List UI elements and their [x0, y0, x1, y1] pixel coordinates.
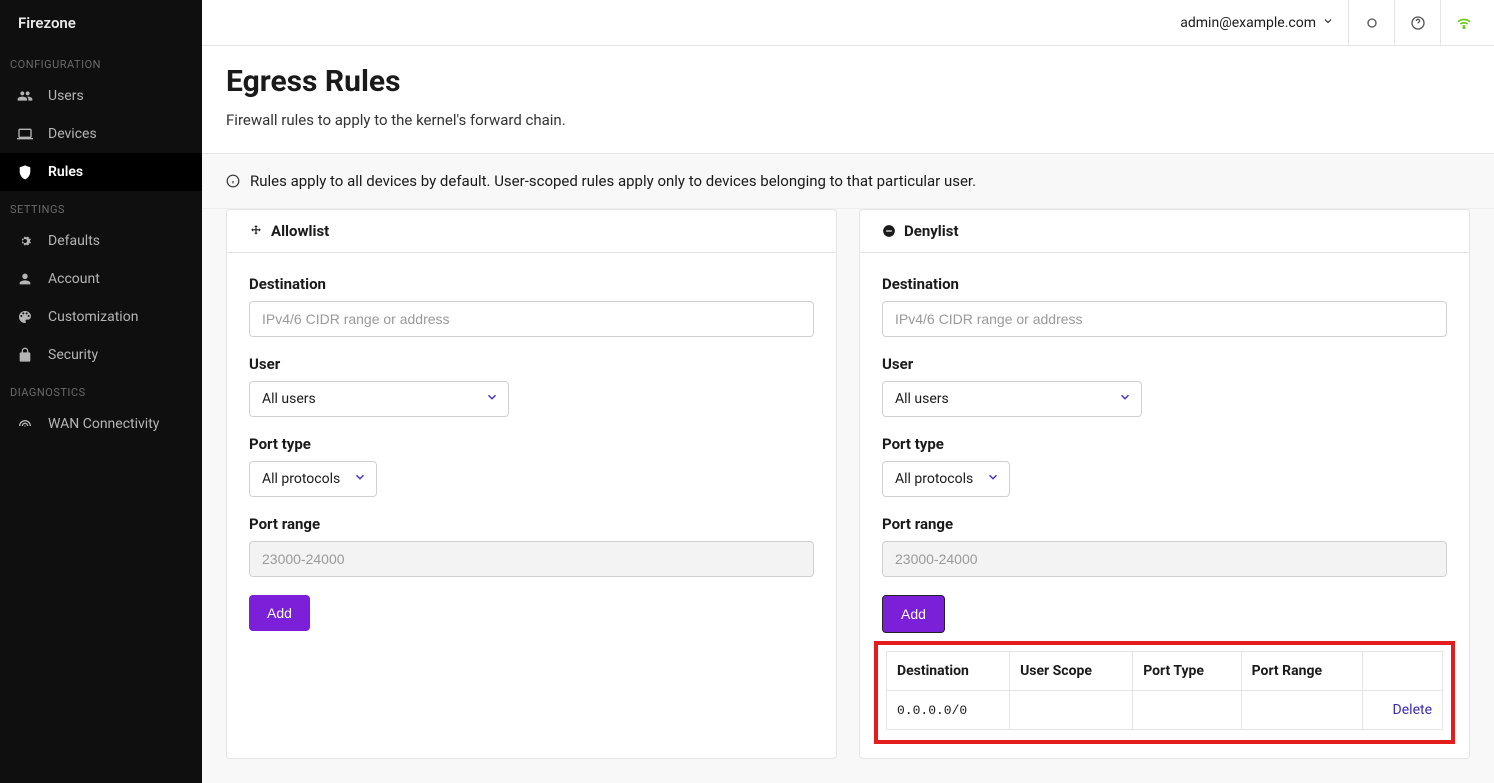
sidebar-item-label: Customization [48, 309, 138, 325]
cell-destination: 0.0.0.0/0 [887, 691, 1010, 730]
denylist-header: Denylist [860, 210, 1469, 253]
th-destination: Destination [887, 652, 1010, 691]
denylist-port-type-select[interactable]: All protocols [882, 461, 1010, 497]
cell-port-range [1241, 691, 1362, 730]
chevron-down-icon [1322, 15, 1334, 31]
denylist-destination-input[interactable] [882, 301, 1447, 337]
denylist-user-select[interactable]: All users [882, 381, 1142, 417]
cell-user-scope [1010, 691, 1133, 730]
help-button[interactable] [1394, 0, 1440, 46]
allowlist-card: Allowlist Destination User All users [226, 209, 837, 759]
topbar: admin@example.com [202, 0, 1494, 46]
info-banner: Rules apply to all devices by default. U… [202, 154, 1494, 209]
cell-port-type [1133, 691, 1241, 730]
sidebar-item-customization[interactable]: Customization [0, 298, 202, 336]
sidebar-item-rules[interactable]: Rules [0, 153, 202, 191]
sidebar-item-account[interactable]: Account [0, 260, 202, 298]
allowlist-title: Allowlist [271, 222, 329, 240]
user-label: User [882, 355, 1447, 373]
denylist-title: Denylist [904, 222, 959, 240]
sidebar-item-security[interactable]: Security [0, 336, 202, 374]
status-indicator[interactable] [1348, 0, 1394, 46]
denylist-card: Denylist Destination User All users [859, 209, 1470, 759]
denylist-port-range-input [882, 541, 1447, 577]
sidebar-item-label: Security [48, 347, 98, 363]
brand-logo: Firezone [0, 0, 202, 46]
sidebar-item-users[interactable]: Users [0, 77, 202, 115]
lock-icon [16, 346, 34, 364]
allowlist-port-type-select[interactable]: All protocols [249, 461, 377, 497]
allowlist-destination-input[interactable] [249, 301, 814, 337]
laptop-icon [16, 125, 34, 143]
allowlist-port-range-input [249, 541, 814, 577]
cell-actions: Delete [1362, 691, 1442, 730]
sidebar-item-label: Devices [48, 126, 97, 142]
sidebar-item-wan[interactable]: WAN Connectivity [0, 405, 202, 443]
users-icon [16, 87, 34, 105]
nav-section-diagnostics: DIAGNOSTICS [0, 374, 202, 405]
sidebar-item-label: Account [48, 271, 100, 287]
allowlist-add-button[interactable]: Add [249, 595, 310, 631]
destination-label: Destination [882, 275, 1447, 293]
page-content: Egress Rules Firewall rules to apply to … [202, 46, 1494, 783]
port-range-label: Port range [882, 515, 1447, 533]
delete-button[interactable]: Delete [1393, 702, 1432, 718]
deny-icon [882, 224, 896, 238]
banner-text: Rules apply to all devices by default. U… [250, 172, 976, 190]
signal-icon [16, 415, 34, 433]
nav-section-settings: SETTINGS [0, 191, 202, 222]
move-icon [249, 224, 263, 238]
sidebar-item-label: WAN Connectivity [48, 416, 159, 432]
gear-icon [16, 232, 34, 250]
allowlist-header: Allowlist [227, 210, 836, 253]
page-header: Egress Rules Firewall rules to apply to … [202, 46, 1494, 154]
th-port-type: Port Type [1133, 652, 1241, 691]
sidebar-item-label: Users [48, 88, 84, 104]
denylist-table: Destination User Scope Port Type Port Ra… [886, 651, 1443, 730]
sidebar: Firezone CONFIGURATION Users Devices Rul… [0, 0, 202, 783]
sidebar-item-label: Defaults [48, 233, 100, 249]
table-row: 0.0.0.0/0 Delete [887, 691, 1443, 730]
port-range-label: Port range [249, 515, 814, 533]
info-icon [226, 174, 240, 188]
main-content: admin@example.com Egress Rules Firewall … [202, 0, 1494, 783]
th-actions [1362, 652, 1442, 691]
nav-section-configuration: CONFIGURATION [0, 46, 202, 77]
connectivity-indicator[interactable] [1440, 0, 1486, 46]
sidebar-item-devices[interactable]: Devices [0, 115, 202, 153]
sidebar-item-defaults[interactable]: Defaults [0, 222, 202, 260]
page-subtitle: Firewall rules to apply to the kernel's … [226, 111, 1470, 129]
sidebar-item-label: Rules [48, 164, 83, 180]
page-title: Egress Rules [226, 64, 1470, 99]
user-email: admin@example.com [1180, 15, 1316, 31]
port-type-label: Port type [249, 435, 814, 453]
palette-icon [16, 308, 34, 326]
user-label: User [249, 355, 814, 373]
port-type-label: Port type [882, 435, 1447, 453]
allowlist-user-select[interactable]: All users [249, 381, 509, 417]
user-icon [16, 270, 34, 288]
th-port-range: Port Range [1241, 652, 1362, 691]
shield-icon [16, 163, 34, 181]
destination-label: Destination [249, 275, 814, 293]
user-menu[interactable]: admin@example.com [1166, 0, 1348, 45]
denylist-table-highlight: Destination User Scope Port Type Port Ra… [874, 641, 1455, 744]
denylist-add-button[interactable]: Add [882, 595, 945, 633]
th-user-scope: User Scope [1010, 652, 1133, 691]
